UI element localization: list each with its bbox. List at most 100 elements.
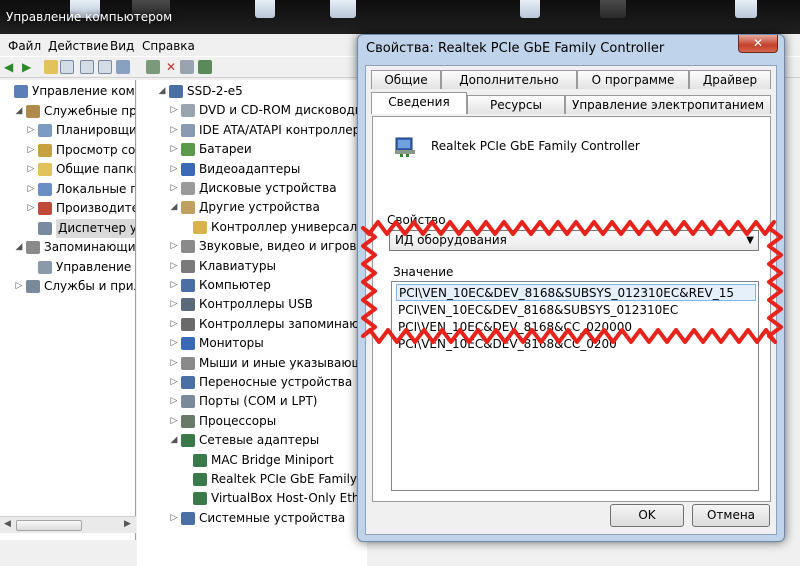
tree-item[interactable]: ▷ Контроллеры запоминающ [169,315,367,334]
tree-item[interactable]: ▷ Дисковые устройства [169,179,367,198]
taskbar-thumb-icon[interactable] [255,0,275,18]
tree-item[interactable]: ◢ Сетевые адаптеры [169,431,367,450]
scroll-right-icon[interactable]: ▶ [124,519,131,529]
expand-icon[interactable]: ▷ [26,160,36,179]
expand-icon[interactable]: ▷ [169,373,179,392]
tab-details[interactable]: Сведения [371,92,467,114]
list-item[interactable]: PCI\VEN_10EC&DEV_8168&SUBSYS_012310EC&RE… [396,284,756,301]
tree-item[interactable]: ▷ Мониторы [169,334,367,353]
expand-icon[interactable] [181,470,191,489]
menu-file[interactable]: Файл [8,39,41,53]
tree-item[interactable]: Контроллер универсаль [181,218,367,237]
expand-icon[interactable]: ▷ [26,141,36,160]
menu-action[interactable]: Действие [48,39,108,53]
tree-item[interactable]: ▷ Производитель [26,199,135,218]
tree-item[interactable]: ▷ Звуковые, видео и игровые [169,237,367,256]
tree-item[interactable]: ▷ Общие папки [26,160,135,179]
expand-icon[interactable]: ▷ [169,509,179,528]
tree-item[interactable]: MAC Bridge Miniport [181,451,367,470]
expand-icon[interactable]: ▷ [169,140,179,159]
expand-icon[interactable]: ▷ [14,277,24,296]
properties-icon[interactable] [98,60,112,74]
taskbar-thumb-icon[interactable] [735,0,757,18]
value-list[interactable]: PCI\VEN_10EC&DEV_8168&SUBSYS_012310EC&RE… [391,281,759,491]
list-item[interactable]: PCI\VEN_10EC&DEV_8168&CC_0200 [396,336,756,353]
expand-icon[interactable] [26,258,36,277]
tree-item[interactable]: Диспетчер устр [26,218,135,238]
scan-hardware-icon[interactable] [116,60,130,74]
expand-icon[interactable]: ▷ [169,237,179,256]
tree-item[interactable]: ▷ IDE ATA/ATAPI контроллеры [169,121,367,140]
collapse-icon[interactable]: ◢ [169,431,179,450]
tab-resources[interactable]: Ресурсы [467,95,565,114]
tree-item[interactable]: ▷ Службы и прилож [14,277,135,296]
tree-item[interactable]: ◢ Служебные прогр [14,102,135,121]
expand-icon[interactable]: ▷ [169,179,179,198]
tab-driver[interactable]: Драйвер [689,70,771,89]
expand-icon[interactable]: ▷ [169,315,179,334]
collapse-icon[interactable]: ◢ [14,238,24,257]
expand-icon[interactable]: ▷ [169,295,179,314]
expand-icon[interactable]: ▷ [169,101,179,120]
tree-item[interactable]: ▷ Планировщик з [26,121,135,140]
tree-item[interactable]: ◢ Запоминающие у [14,238,135,257]
expand-icon[interactable]: ▷ [169,121,179,140]
tree-item[interactable]: ◢ SSD-2-e5 [157,82,367,101]
show-tree-icon[interactable] [60,60,74,74]
list-item[interactable]: PCI\VEN_10EC&DEV_8168&CC_020000 [396,319,756,336]
help-icon[interactable] [80,60,94,74]
tree-item[interactable]: ▷ Порты (COM и LPT) [169,392,367,411]
tree-item[interactable]: ▷ Переносные устройства [169,373,367,392]
expand-icon[interactable]: ▷ [26,199,36,218]
expand-icon[interactable] [181,489,191,508]
enable-device-icon[interactable] [198,60,212,74]
update-driver-icon[interactable] [146,60,160,74]
tab-advanced[interactable]: Дополнительно [441,70,577,89]
tree-item[interactable]: Realtek PCIe GbE Family C [181,470,367,489]
menu-view[interactable]: Вид [110,39,134,53]
expand-icon[interactable] [181,451,191,470]
tab-power-management[interactable]: Управление электропитанием [565,95,771,114]
tree-item[interactable]: ▷ Батареи [169,140,367,159]
expand-icon[interactable] [181,218,191,237]
expand-icon[interactable] [26,219,36,238]
scroll-left-icon[interactable]: ◀ [4,519,11,529]
uninstall-icon[interactable]: ✕ [164,60,178,74]
property-select[interactable]: ИД оборудования ▼ [389,230,759,251]
expand-icon[interactable]: ▷ [169,276,179,295]
taskbar-thumb-icon[interactable] [520,0,540,18]
tree-item[interactable]: ▷ Видеоадаптеры [169,160,367,179]
scroll-thumb[interactable] [16,520,82,531]
expand-icon[interactable]: ▷ [26,121,36,140]
forward-icon[interactable]: ▶ [22,60,36,74]
back-icon[interactable]: ◀ [4,60,18,74]
expand-icon[interactable] [2,82,12,101]
expand-icon[interactable]: ▷ [169,392,179,411]
expand-icon[interactable]: ▷ [169,257,179,276]
cancel-button[interactable]: Отмена [692,504,770,527]
expand-icon[interactable]: ▷ [26,180,36,199]
tree-item[interactable]: ▷ Мыши и иные указывающ [169,354,367,373]
expand-icon[interactable]: ▷ [169,160,179,179]
tree-item[interactable]: Управление ди [26,258,135,277]
horizontal-scrollbar[interactable]: ◀ ▶ [0,516,136,533]
expand-icon[interactable]: ▷ [169,354,179,373]
tree-item[interactable]: ▷ Локальные пол [26,180,135,199]
collapse-icon[interactable]: ◢ [169,198,179,217]
up-folder-icon[interactable] [44,60,58,74]
tree-item[interactable]: Управление компью [2,82,135,101]
tree-item[interactable]: ▷ Контроллеры USB [169,295,367,314]
tree-item[interactable]: ◢ Другие устройства [169,198,367,217]
tab-about[interactable]: О программе [577,70,689,89]
expand-icon[interactable]: ▷ [169,334,179,353]
tab-general[interactable]: Общие [371,70,441,89]
tree-item[interactable]: ▷ Системные устройства [169,509,367,528]
tree-item[interactable]: ▷ DVD и CD-ROM дисководы [169,101,367,120]
tree-item[interactable]: ▷ Клавиатуры [169,257,367,276]
tree-item[interactable]: ▷ Процессоры [169,412,367,431]
tree-item[interactable]: VirtualBox Host-Only Ethe [181,489,367,508]
taskbar-thumb-icon[interactable] [600,0,626,18]
disable-device-icon[interactable] [180,60,194,74]
tree-item[interactable]: ▷ Компьютер [169,276,367,295]
tree-item[interactable]: ▷ Просмотр собы [26,141,135,160]
